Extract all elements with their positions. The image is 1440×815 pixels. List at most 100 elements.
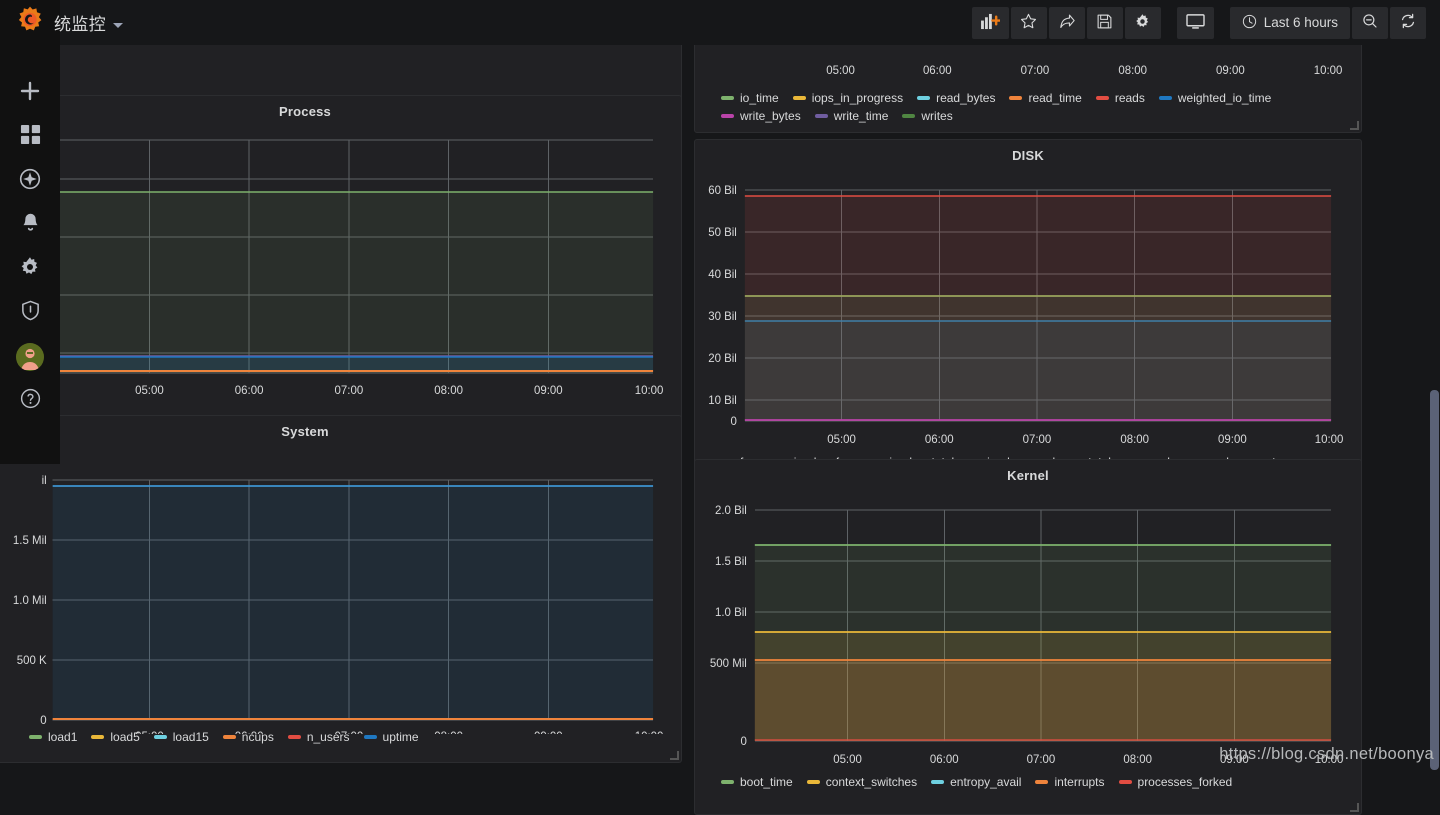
svg-text:10:00: 10:00 — [1315, 434, 1344, 446]
dashboard-scrollbar[interactable] — [1429, 45, 1440, 770]
legend-color-swatch — [1159, 96, 1172, 100]
svg-text:0: 0 — [730, 416, 736, 428]
sidebar-item-server-admin[interactable] — [0, 291, 60, 335]
sidebar-item-user-profile[interactable] — [0, 335, 60, 379]
legend-item[interactable]: io_time — [721, 91, 779, 105]
legend-label: load15 — [173, 730, 209, 744]
svg-text:08:00: 08:00 — [1120, 434, 1149, 446]
svg-text:07:00: 07:00 — [335, 385, 364, 397]
panel-system-graph[interactable]: il 1.5 Mil 1.0 Mil 500 K 0 05:00 06:00 0… — [0, 444, 681, 734]
legend-item[interactable]: write_bytes — [721, 109, 801, 123]
svg-text:05:00: 05:00 — [135, 385, 164, 397]
legend-color-swatch — [223, 735, 236, 739]
star-dashboard-button[interactable] — [1011, 7, 1047, 39]
dashboard-settings-button[interactable] — [1125, 7, 1161, 39]
svg-text:07:00: 07:00 — [1021, 65, 1050, 77]
legend-item[interactable]: write_time — [815, 109, 889, 123]
svg-text:1.0 Mil: 1.0 Mil — [13, 595, 47, 607]
panel-kernel-legend: boot_time context_switches entropy_avail… — [695, 775, 1361, 789]
svg-text:50 Bil: 50 Bil — [708, 227, 737, 239]
legend-color-swatch — [154, 735, 167, 739]
svg-text:1.0 Bil: 1.0 Bil — [715, 607, 747, 619]
svg-text:0: 0 — [40, 715, 46, 727]
legend-item[interactable]: read_time — [1009, 91, 1081, 105]
panel-title: Process — [0, 96, 681, 119]
plus-icon — [19, 80, 41, 107]
svg-text:30 Bil: 30 Bil — [708, 311, 737, 323]
legend-item[interactable]: read_bytes — [917, 91, 995, 105]
legend-item[interactable]: iops_in_progress — [793, 91, 903, 105]
sidebar-item-configuration[interactable] — [0, 247, 60, 291]
legend-label: write_time — [834, 109, 889, 123]
legend-item[interactable]: weighted_io_time — [1159, 91, 1271, 105]
legend-item[interactable]: boot_time — [721, 775, 793, 789]
compass-icon — [19, 168, 41, 195]
panel-kernel[interactable]: Kernel — [694, 459, 1362, 815]
legend-label: interrupts — [1054, 775, 1104, 789]
panel-disk-graph[interactable]: 60 Bil 50 Bil 40 Bil 30 Bil 20 Bil 10 Bi… — [695, 168, 1361, 453]
sidebar-item-explore[interactable] — [0, 159, 60, 203]
clock-icon — [1242, 14, 1257, 32]
legend-item[interactable]: entropy_avail — [931, 775, 1021, 789]
save-dashboard-button[interactable] — [1087, 7, 1123, 39]
navbar-actions: Last 6 hours — [972, 7, 1440, 39]
panel-resize-handle[interactable] — [1350, 803, 1359, 812]
svg-text:09:00: 09:00 — [534, 385, 563, 397]
svg-text:500 K: 500 K — [17, 655, 47, 667]
cycle-view-mode-button[interactable] — [1177, 7, 1214, 39]
panel-disk[interactable]: DISK — [694, 139, 1362, 495]
svg-text:09:00: 09:00 — [1220, 754, 1249, 766]
sidebar-item-alerting[interactable] — [0, 203, 60, 247]
svg-text:10 Bil: 10 Bil — [708, 395, 737, 407]
svg-text:1.5 Bil: 1.5 Bil — [715, 556, 747, 568]
legend-label: write_bytes — [740, 109, 801, 123]
legend-color-swatch — [807, 780, 820, 784]
panel-system[interactable]: System il 1.5 Mil — [0, 415, 682, 763]
legend-color-swatch — [1119, 780, 1132, 784]
grafana-logo-button[interactable] — [0, 0, 60, 45]
shield-icon — [20, 300, 41, 326]
legend-item[interactable]: n_users — [288, 730, 350, 744]
svg-text:09:00: 09:00 — [1218, 434, 1247, 446]
bar-chart-plus-icon — [981, 13, 1000, 33]
legend-item[interactable]: processes_forked — [1119, 775, 1233, 789]
legend-color-swatch — [288, 735, 301, 739]
legend-color-swatch — [1009, 96, 1022, 100]
zoom-out-time-button[interactable] — [1352, 7, 1388, 39]
svg-text:20 Bil: 20 Bil — [708, 353, 737, 365]
sidebar-item-help[interactable] — [0, 379, 60, 423]
svg-text:06:00: 06:00 — [235, 385, 264, 397]
refresh-dashboard-button[interactable] — [1390, 7, 1426, 39]
legend-item[interactable]: writes — [902, 109, 952, 123]
legend-item[interactable]: context_switches — [807, 775, 917, 789]
legend-item[interactable]: ncups — [223, 730, 274, 744]
legend-item[interactable]: uptime — [364, 730, 419, 744]
legend-item[interactable]: load1 — [29, 730, 77, 744]
panel-kernel-graph[interactable]: 2.0 Bil 1.5 Bil 1.0 Bil 500 Mil 0 05:00 … — [695, 488, 1361, 773]
panel-process-graph[interactable]: 05:00 06:00 07:00 08:00 09:00 10:00 — [0, 130, 681, 404]
time-range-picker[interactable]: Last 6 hours — [1230, 7, 1350, 39]
sidebar-item-create[interactable] — [0, 71, 60, 115]
scrollbar-thumb[interactable] — [1430, 390, 1439, 770]
save-icon — [1096, 13, 1113, 33]
legend-color-swatch — [91, 735, 104, 739]
legend-item[interactable]: interrupts — [1035, 775, 1104, 789]
panel-resize-handle[interactable] — [670, 751, 679, 760]
legend-item[interactable]: reads — [1096, 91, 1145, 105]
add-panel-button[interactable] — [972, 7, 1009, 39]
search-minus-icon — [1362, 13, 1378, 32]
time-range-label: Last 6 hours — [1264, 15, 1338, 30]
panel-diskio-graph[interactable]: 05:00 06:00 07:00 08:00 09:00 10:00 — [695, 46, 1361, 81]
legend-color-swatch — [1035, 780, 1048, 784]
svg-text:10:00: 10:00 — [1314, 65, 1343, 77]
legend-item[interactable]: load15 — [154, 730, 209, 744]
panel-process[interactable]: Process — [0, 95, 682, 439]
svg-text:07:00: 07:00 — [1023, 434, 1052, 446]
share-dashboard-button[interactable] — [1049, 7, 1085, 39]
dashboard-canvas: free in out total used used_percent — [0, 45, 1440, 770]
dashboard-title[interactable]: 统监控 — [54, 10, 123, 35]
legend-label: boot_time — [740, 775, 793, 789]
sidebar-item-dashboards[interactable] — [0, 115, 60, 159]
legend-item[interactable]: load5 — [91, 730, 139, 744]
legend-label: io_time — [740, 91, 779, 105]
